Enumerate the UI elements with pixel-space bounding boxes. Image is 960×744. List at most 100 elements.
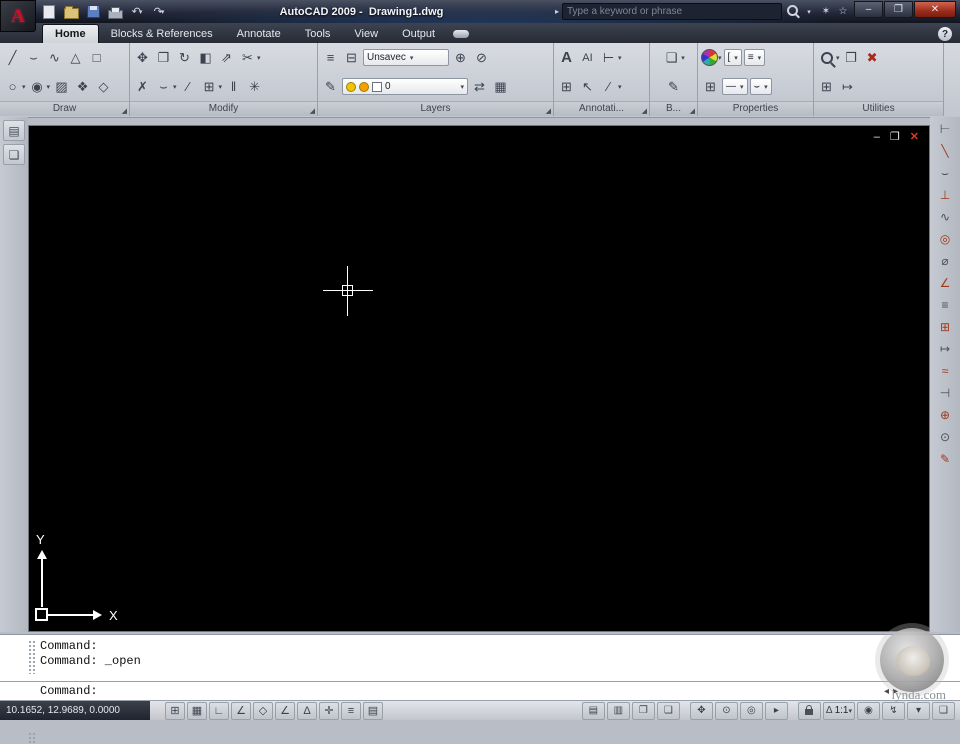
tab-tools[interactable]: Tools <box>293 25 343 43</box>
panel-label-modify[interactable]: Modify <box>130 101 317 116</box>
layer-properties-icon[interactable]: ≡ <box>321 48 340 68</box>
zoom-icon[interactable]: ⊙ <box>714 701 738 720</box>
drawing-close-button[interactable]: ✕ <box>910 132 919 143</box>
dim-linear-icon[interactable]: ⊢ <box>934 119 956 139</box>
panel-label-layers[interactable]: Layers <box>318 101 553 116</box>
dim-jogged-icon[interactable]: ∿ <box>934 207 956 227</box>
chevron-down-icon[interactable]: ▾ <box>161 8 165 16</box>
chevron-down-icon[interactable]: ▾ <box>836 54 840 62</box>
command-prompt-row[interactable]: Command: <box>0 681 960 744</box>
command-window[interactable]: Command: Command: _open Command: <box>0 634 960 744</box>
trim-icon[interactable]: ✂ <box>238 48 257 68</box>
tab-annotate[interactable]: Annotate <box>225 25 293 43</box>
panel-label-draw[interactable]: Draw <box>0 101 129 116</box>
text-style-icon[interactable]: AI <box>578 48 597 68</box>
steering-wheel-icon[interactable]: ◎ <box>739 701 763 720</box>
chamfer-icon[interactable]: ∕ <box>179 77 198 97</box>
pan-icon[interactable]: ✥ <box>689 701 713 720</box>
command-drag-grip[interactable] <box>28 640 36 674</box>
chevron-down-icon[interactable]: ▾ <box>681 54 685 62</box>
erase-icon[interactable]: ✗ <box>133 77 152 97</box>
drawing-minimize-button[interactable]: – <box>874 132 880 143</box>
layer-previous-icon[interactable]: ⇄ <box>470 77 489 97</box>
auto-scale-icon[interactable]: ↯ <box>882 701 905 720</box>
minimize-button[interactable]: – <box>854 1 883 18</box>
boundary-icon[interactable]: ◇ <box>94 77 113 97</box>
chevron-down-icon[interactable]: ▾ <box>718 54 722 62</box>
grid-toggle[interactable]: ▦ <box>187 701 207 720</box>
rectangle-icon[interactable]: □ <box>87 48 106 68</box>
layer-color-swatch[interactable] <box>372 81 382 92</box>
dim-diameter-icon[interactable]: ⌀ <box>934 251 956 271</box>
multileader-icon[interactable]: ↖ <box>578 77 597 97</box>
model-tab-icon[interactable]: ▤ <box>581 701 605 720</box>
tool-palette-icon[interactable]: ▤ <box>3 120 25 141</box>
otrack-toggle[interactable]: ∠ <box>275 701 295 720</box>
dim-ordinate-icon[interactable]: ⊥ <box>934 185 956 205</box>
leader-icon[interactable]: ∕ <box>599 77 618 97</box>
ellipse-icon[interactable]: ◉ <box>28 77 47 97</box>
ortho-toggle[interactable]: ∟ <box>209 701 229 720</box>
polar-toggle[interactable]: ∠ <box>231 701 251 720</box>
chevron-down-icon[interactable]: ▾ <box>173 83 177 91</box>
table-icon[interactable]: ⊞ <box>557 77 576 97</box>
qp-toggle[interactable]: ▤ <box>363 701 383 720</box>
tab-blocks-references[interactable]: Blocks & References <box>99 25 225 43</box>
hatch-icon[interactable]: ▨ <box>52 77 71 97</box>
search-button[interactable] <box>785 4 799 19</box>
dim-baseline-icon[interactable]: ⊞ <box>934 317 956 337</box>
layer-states-icon[interactable]: ⊟ <box>342 48 361 68</box>
tab-view[interactable]: View <box>342 25 390 43</box>
command-drag-grip[interactable] <box>28 732 36 744</box>
tab-home[interactable]: Home <box>42 24 99 43</box>
quick-view-drawings-icon[interactable]: ❐ <box>631 701 655 720</box>
quick-select-icon[interactable]: ❐ <box>842 48 861 68</box>
measure-icon[interactable]: ↦ <box>838 77 857 97</box>
quick-calc-icon[interactable]: ⊞ <box>817 77 836 97</box>
tolerance-icon[interactable]: ⊕ <box>934 405 956 425</box>
chevron-down-icon[interactable]: ▾ <box>618 54 622 62</box>
maximize-button[interactable]: ❐ <box>884 1 913 18</box>
layer-on-bulb-icon[interactable] <box>346 81 356 92</box>
favorites-icon[interactable]: ☆ <box>836 6 850 17</box>
line-icon[interactable]: ╱ <box>3 48 22 68</box>
quick-view-layouts-icon[interactable]: ❏ <box>656 701 680 720</box>
fillet-icon[interactable]: ⌣ <box>154 77 173 97</box>
properties-palette-icon[interactable]: ⊞ <box>701 77 720 97</box>
tab-output[interactable]: Output <box>390 25 447 43</box>
redo-button[interactable]: ↷ ▾ <box>150 3 168 20</box>
center-mark-icon[interactable]: ⊙ <box>934 427 956 447</box>
status-menu-icon[interactable]: ▾ <box>907 701 930 720</box>
rotate-icon[interactable]: ↻ <box>175 48 194 68</box>
sheet-set-icon[interactable]: ❏ <box>3 144 25 165</box>
panel-expand-icon[interactable]: ◢ <box>122 107 127 115</box>
snap-toggle[interactable]: ⊞ <box>165 701 185 720</box>
scale-icon[interactable]: ⇗ <box>217 48 236 68</box>
layer-state-dropdown[interactable]: Unsavec ▾ <box>363 49 449 66</box>
circle-icon[interactable]: ○ <box>3 77 22 97</box>
drawing-restore-button[interactable]: ❐ <box>890 132 900 143</box>
show-motion-icon[interactable]: ▸ <box>764 701 788 720</box>
chevron-down-icon[interactable]: ▾ <box>618 83 622 91</box>
gradient-icon[interactable]: ❖ <box>73 77 92 97</box>
new-drawing-button[interactable] <box>40 3 58 20</box>
dim-continue-icon[interactable]: ↦ <box>934 339 956 359</box>
layer-isolate-icon[interactable]: ⊕ <box>451 48 470 68</box>
offset-icon[interactable]: ‖ <box>224 77 243 97</box>
panel-expand-icon[interactable]: ◢ <box>310 107 315 115</box>
panel-label-annotation[interactable]: Annotati... <box>554 101 649 116</box>
search-input[interactable] <box>562 3 782 20</box>
layer-dropdown[interactable]: 0 ▾ <box>342 78 468 95</box>
chevron-down-icon[interactable]: ▾ <box>47 83 51 91</box>
dimension-icon[interactable]: ⊢ <box>599 48 618 68</box>
explode-icon[interactable]: ✳ <box>245 77 264 97</box>
panel-label-utilities[interactable]: Utilities <box>814 101 943 116</box>
dim-angular-icon[interactable]: ∠ <box>934 273 956 293</box>
menu-browser-button[interactable]: A <box>0 0 36 32</box>
arc-icon[interactable]: ⌣ <box>24 48 43 68</box>
ribbon-minimize-icon[interactable] <box>453 30 470 38</box>
search-options-chevron-icon[interactable]: ▾ <box>802 8 816 16</box>
linetype-dropdown[interactable]: — ▾ <box>722 78 748 95</box>
insert-block-icon[interactable]: ❑ <box>662 48 681 68</box>
toolbar-lock-button[interactable] <box>797 701 821 720</box>
